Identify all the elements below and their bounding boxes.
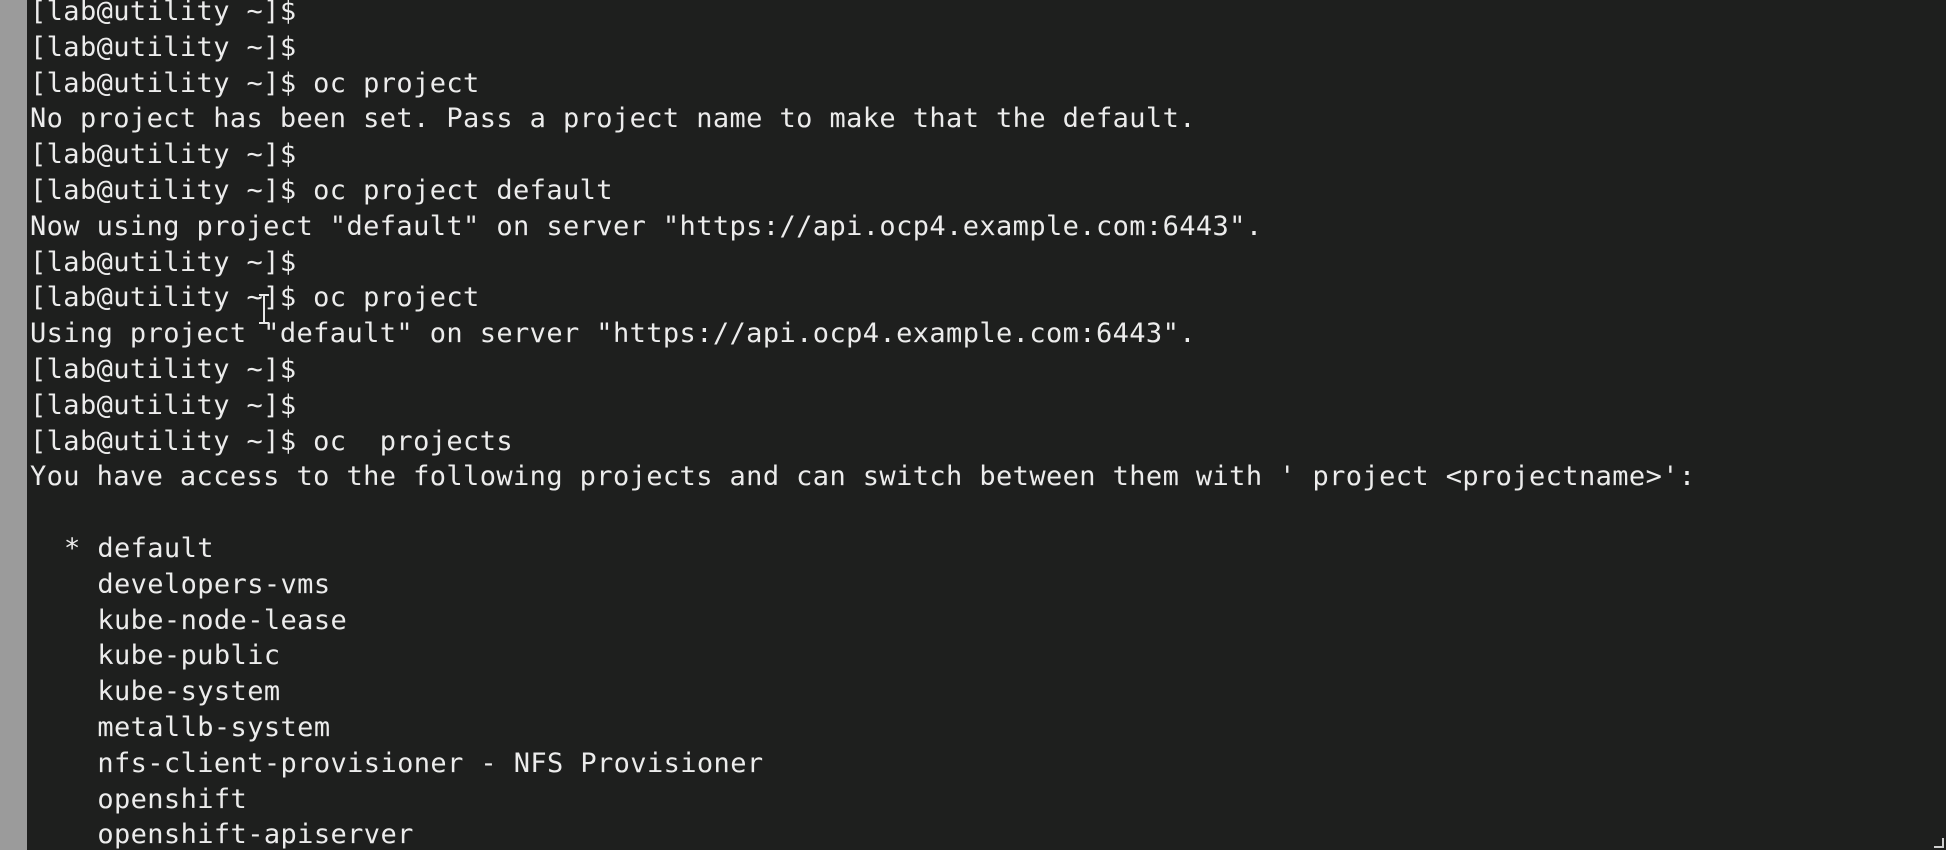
window-left-edge (0, 0, 27, 850)
project-marker (64, 640, 97, 671)
terminal-line: No project has been set. Pass a project … (30, 103, 1196, 135)
project-name: default (97, 532, 214, 564)
text-ibeam-cursor-icon (258, 294, 270, 324)
project-marker (64, 784, 97, 815)
terminal-line: [lab@utility ~]$ (30, 31, 297, 63)
terminal-line: [lab@utility ~]$ (30, 389, 297, 421)
project-list-item: * default (30, 531, 1930, 567)
project-list-item: openshift-apiserver (30, 817, 1930, 850)
terminal-line: [lab@utility ~]$ oc project (30, 67, 480, 99)
resize-grip-icon[interactable] (1934, 838, 1944, 848)
terminal-line: You have access to the following project… (30, 461, 1696, 493)
project-list-item: metallb-system (30, 710, 1930, 746)
project-list-item: developers-vms (30, 567, 1930, 603)
terminal-line: [lab@utility ~]$ oc projects (30, 425, 514, 457)
project-marker (64, 605, 97, 636)
terminal-line: Using project "default" on server "https… (30, 318, 1196, 350)
terminal-line: [lab@utility ~]$ (30, 139, 297, 171)
project-name: kube-public (97, 640, 281, 672)
terminal-line: [lab@utility ~]$ (30, 353, 297, 385)
project-name: nfs-client-provisioner - NFS Provisioner (97, 747, 764, 779)
terminal-line: [lab@utility ~]$ oc project default (30, 174, 613, 206)
terminal-line: [lab@utility ~]$ (30, 246, 297, 278)
terminal-line: [lab@utility ~]$ oc project (30, 282, 480, 314)
terminal-line: Now using project "default" on server "h… (30, 210, 1263, 242)
project-list-item: kube-system (30, 674, 1930, 710)
project-list-item: openshift (30, 782, 1930, 818)
project-name: openshift (97, 783, 248, 815)
terminal-output[interactable]: [lab@utility ~]$ [lab@utility ~]$ [lab@u… (30, 0, 1930, 850)
project-list-item: kube-public (30, 638, 1930, 674)
project-name: kube-system (97, 676, 281, 708)
terminal-line: [lab@utility ~]$ (30, 0, 297, 27)
project-name: developers-vms (97, 568, 331, 600)
project-marker (64, 819, 97, 850)
project-list-item: kube-node-lease (30, 603, 1930, 639)
project-marker (64, 676, 97, 707)
project-name: metallb-system (97, 711, 331, 743)
terminal-window[interactable]: [lab@utility ~]$ [lab@utility ~]$ [lab@u… (0, 0, 1946, 850)
project-marker (64, 712, 97, 743)
project-list-item: nfs-client-provisioner - NFS Provisioner (30, 746, 1930, 782)
project-name: openshift-apiserver (97, 819, 414, 850)
current-project-marker: * (64, 532, 98, 564)
project-name: kube-node-lease (97, 604, 348, 636)
project-marker (64, 569, 97, 600)
project-marker (64, 748, 97, 779)
